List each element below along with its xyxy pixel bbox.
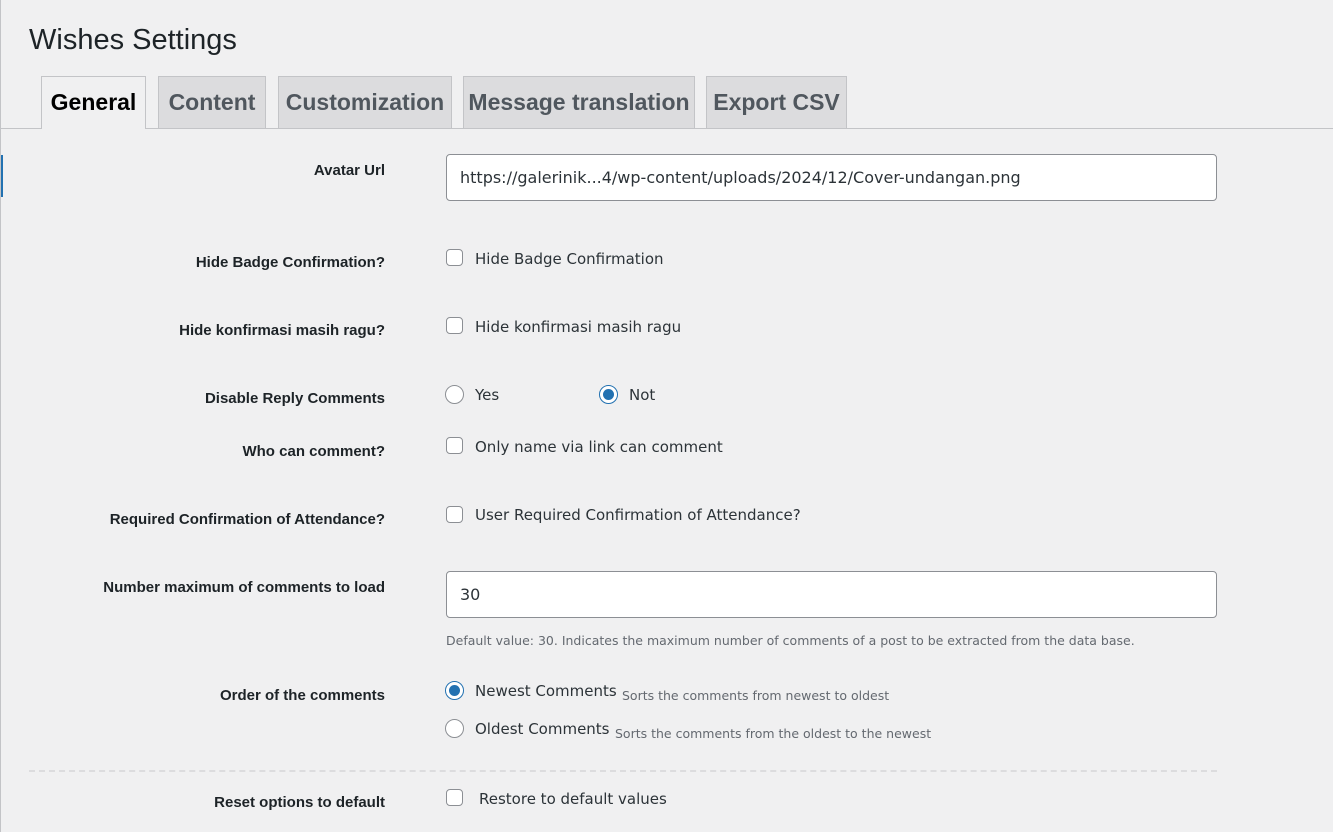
admin-menu-edge	[1, 155, 3, 197]
order-oldest-radio[interactable]	[445, 719, 464, 738]
max-comments-input[interactable]	[446, 571, 1217, 618]
hide-badge-label: Hide Badge Confirmation?	[195, 254, 385, 271]
max-comments-label: Number maximum of comments to load	[103, 579, 385, 596]
reset-option-label[interactable]: Restore to default values	[479, 790, 667, 808]
page-title: Wishes Settings	[29, 24, 237, 56]
order-newest-hint: Sorts the comments from newest to oldest	[622, 688, 890, 703]
tab-content[interactable]: Content	[158, 76, 266, 128]
required-attendance-label: Required Confirmation of Attendance?	[109, 511, 385, 528]
reset-checkbox[interactable]	[446, 789, 463, 806]
avatar-url-input[interactable]	[446, 154, 1217, 201]
required-attendance-checkbox[interactable]	[446, 506, 463, 523]
avatar-url-label: Avatar Url	[313, 162, 385, 179]
max-comments-hint: Default value: 30. Indicates the maximum…	[446, 633, 1135, 648]
settings-page: Wishes Settings General Content Customiz…	[0, 0, 1333, 832]
order-newest-radio[interactable]	[445, 681, 464, 700]
tab-customization[interactable]: Customization	[278, 76, 452, 128]
hide-ragu-checkbox[interactable]	[446, 317, 463, 334]
tab-message-translation[interactable]: Message translation	[463, 76, 695, 128]
disable-reply-yes-radio[interactable]	[445, 385, 464, 404]
disable-reply-not-label[interactable]: Not	[629, 386, 655, 404]
section-divider	[29, 770, 1217, 772]
order-oldest-label[interactable]: Oldest Comments	[475, 720, 610, 738]
who-can-comment-option-label[interactable]: Only name via link can comment	[475, 438, 723, 456]
disable-reply-label: Disable Reply Comments	[204, 390, 385, 407]
hide-ragu-label: Hide konfirmasi masih ragu?	[179, 322, 385, 339]
tab-bar: General Content Customization Message tr…	[1, 76, 1333, 129]
disable-reply-not-radio[interactable]	[599, 385, 618, 404]
order-newest-label[interactable]: Newest Comments	[475, 682, 617, 700]
required-attendance-option-label[interactable]: User Required Confirmation of Attendance…	[475, 506, 801, 524]
order-oldest-hint: Sorts the comments from the oldest to th…	[615, 726, 932, 741]
disable-reply-yes-label[interactable]: Yes	[475, 386, 499, 404]
tab-general[interactable]: General	[41, 76, 146, 129]
hide-badge-option-label[interactable]: Hide Badge Confirmation	[475, 250, 664, 268]
reset-label: Reset options to default	[214, 794, 385, 811]
who-can-comment-checkbox[interactable]	[446, 437, 463, 454]
hide-badge-checkbox[interactable]	[446, 249, 463, 266]
hide-ragu-option-label[interactable]: Hide konfirmasi masih ragu	[475, 318, 681, 336]
tab-export-csv[interactable]: Export CSV	[706, 76, 847, 128]
who-can-comment-label: Who can comment?	[242, 443, 385, 460]
order-label: Order of the comments	[219, 687, 385, 704]
